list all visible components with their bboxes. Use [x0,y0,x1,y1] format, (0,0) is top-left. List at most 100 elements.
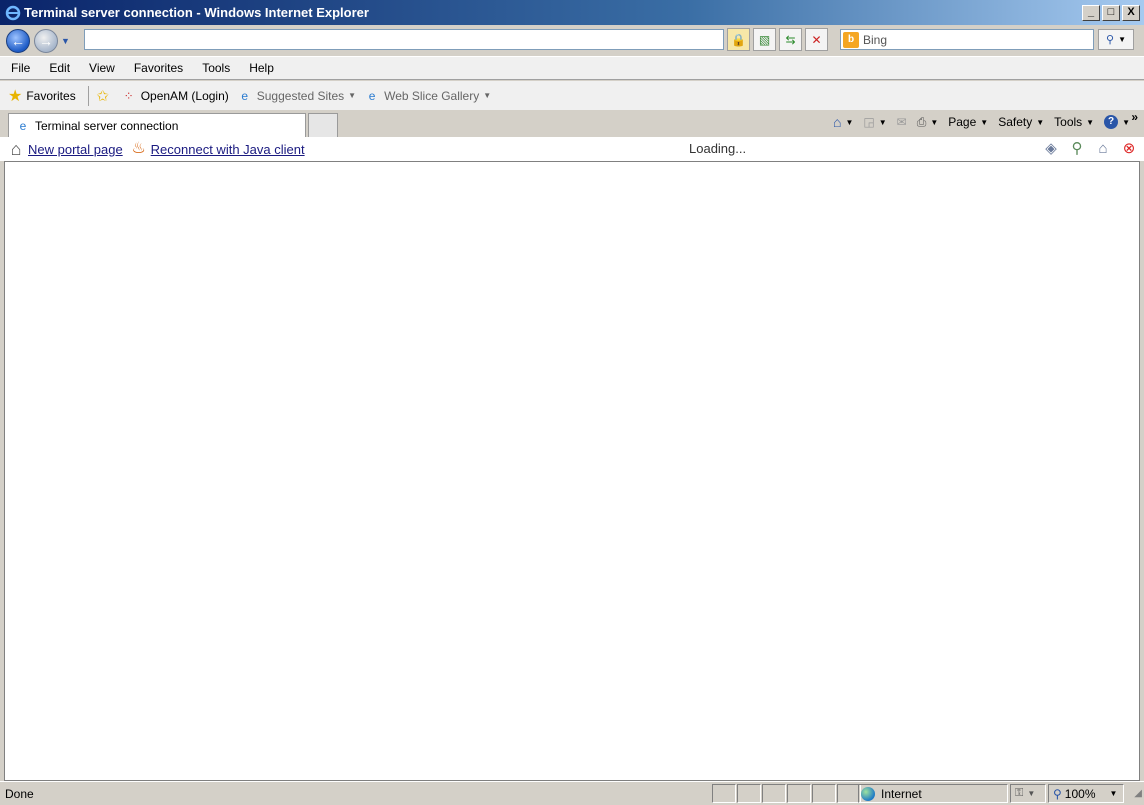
rss-feed-icon: ◲ [863,115,875,129]
favorite-openam-label: OpenAM (Login) [140,88,229,103]
security-zone-label: Internet [881,786,922,801]
recent-pages-dropdown-icon[interactable]: ▼ [61,36,71,46]
portal-home-icon[interactable]: ⌂ [1092,139,1114,159]
window-title: Terminal server connection - Windows Int… [24,5,369,20]
chevron-down-icon: ▼ [1036,117,1045,127]
java-icon: ♨ [131,140,146,157]
maximize-button[interactable]: □ [1102,4,1120,21]
menu-file[interactable]: File [0,61,38,75]
chevron-down-icon: ▼ [1109,789,1118,798]
safety-menu[interactable]: Safety ▼ [994,115,1048,129]
home-button[interactable]: ⌂ ▼ [829,114,857,130]
chevron-down-icon: ▼ [930,117,939,127]
web-slice-icon: e [368,88,376,103]
session-content-area[interactable] [4,161,1140,781]
loading-status: Loading... [689,141,747,156]
chevron-down-icon: ▼ [1027,789,1036,798]
portal-toolbar: ⌂ New portal page ♨ Reconnect with Java … [0,137,1144,161]
pin-icon[interactable]: ⚲ [1066,139,1088,159]
status-panel [812,784,836,803]
resize-grip-icon[interactable]: ◢ [1134,788,1142,799]
status-text: Done [5,787,34,801]
read-mail-button[interactable]: ✉ [893,115,911,129]
chevron-down-icon: ▼ [878,117,887,127]
tools-menu-label: Tools [1054,115,1083,129]
disconnect-close-icon[interactable]: ⊗ [1118,139,1140,159]
tab-terminal-server[interactable]: e Terminal server connection [8,113,306,137]
status-bar: Done Internet ⚿ ▼ ⚲ 100% ▼ ◢ [0,781,1144,805]
feeds-button[interactable]: ◲ ▼ [859,115,890,129]
status-panel [762,784,786,803]
status-panel [712,784,736,803]
favorite-web-slice-gallery[interactable]: e Web Slice Gallery ▼ [364,88,491,104]
minimize-button[interactable]: _ [1082,4,1100,21]
menu-bar: File Edit View Favorites Tools Help [0,56,1144,80]
new-portal-page-link[interactable]: New portal page [28,142,123,157]
favorites-separator [87,85,89,106]
status-panel [737,784,761,803]
printer-icon: ⎙ [916,114,927,129]
ie-page-icon: e [241,88,249,103]
navigation-bar: ← → ▼ 🔒 ▧ ⇆ ✕ b Bing ⚲ ▼ [0,25,1144,56]
mail-icon: ✉ [896,115,907,129]
ie-logo-icon [5,5,21,20]
favorites-bar: ★ Favorites ✩ ⁘ OpenAM (Login) e Suggest… [0,81,1144,110]
add-to-favorites-bar-icon[interactable]: ✩ [95,88,111,105]
back-button[interactable]: ← [6,28,30,53]
search-placeholder: Bing [863,32,888,47]
ie-page-icon: e [19,118,27,133]
openam-icon: ⁘ [123,88,134,103]
favorite-web-slice-gallery-label: Web Slice Gallery [384,88,480,103]
tools-menu[interactable]: Tools ▼ [1050,115,1098,129]
more-commands-chevron-icon[interactable]: » [1131,110,1138,124]
address-input[interactable] [84,29,724,50]
menu-view[interactable]: View [78,61,123,75]
tab-label: Terminal server connection [35,118,179,133]
favorite-openam[interactable]: ⁘ OpenAM (Login) [121,88,229,104]
stop-icon[interactable]: ✕ [805,28,828,51]
menu-tools[interactable]: Tools [191,61,238,75]
magnifier-icon: ⚲ [1106,34,1115,46]
favorite-suggested-sites-label: Suggested Sites [256,88,345,103]
search-options-dropdown-icon[interactable]: ▼ [1118,35,1126,44]
new-tab-button[interactable] [308,113,338,137]
help-menu[interactable]: ? ▼ [1100,115,1134,129]
zoom-magnifier-icon: ⚲ [1053,786,1062,801]
chevron-down-icon: ▼ [980,117,989,127]
globe-icon [861,786,875,801]
forward-button[interactable]: → [34,28,58,53]
close-button[interactable]: X [1122,4,1140,21]
favorite-suggested-sites[interactable]: e Suggested Sites ▼ [237,88,356,104]
security-zone[interactable]: Internet [858,784,1008,803]
status-panel [787,784,811,803]
forward-arrow-icon: → [39,32,53,49]
home-icon: ⌂ [832,114,842,130]
page-menu[interactable]: Page ▼ [944,115,992,129]
reconnect-java-link[interactable]: Reconnect with Java client [151,142,305,157]
resize-arrows-icon[interactable]: ◈ [1040,139,1062,159]
chevron-down-icon: ▼ [1086,117,1095,127]
favorites-label: Favorites [26,88,76,103]
tab-bar: e Terminal server connection ⌂ ▼ ◲ ▼ ✉ ⎙… [0,110,1144,137]
portal-house-icon: ⌂ [10,139,22,159]
zoom-level: 100% [1064,786,1096,801]
search-box[interactable]: b Bing [840,29,1094,50]
safety-menu-label: Safety [998,115,1033,129]
menu-edit[interactable]: Edit [38,61,78,75]
security-lock-icon[interactable]: 🔒 [727,28,750,51]
chevron-down-icon: ▼ [1122,117,1130,127]
search-button[interactable]: ⚲ ▼ [1098,29,1134,50]
favorites-button[interactable]: ★ Favorites [0,86,76,106]
protected-mode-icon: ⚿ [1015,787,1024,799]
chevron-down-icon: ▼ [348,91,357,100]
refresh-icon[interactable]: ⇆ [779,28,802,51]
chevron-down-icon: ▼ [845,117,854,127]
compatibility-view-icon[interactable]: ▧ [753,28,776,51]
protected-mode-button[interactable]: ⚿ ▼ [1010,784,1046,803]
print-button[interactable]: ⎙ ▼ [913,115,943,130]
zoom-button[interactable]: ⚲ 100% ▼ [1048,784,1124,803]
menu-favorites[interactable]: Favorites [123,61,191,75]
menu-help[interactable]: Help [238,61,282,75]
page-menu-label: Page [948,115,977,129]
title-bar: Terminal server connection - Windows Int… [0,0,1144,25]
